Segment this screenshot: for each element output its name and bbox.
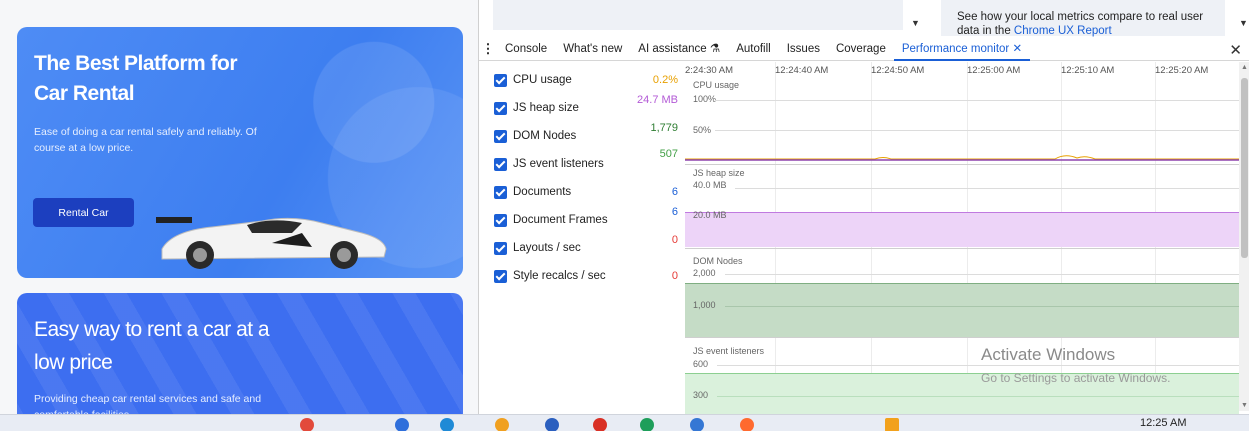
devtools-tabbar: ⋮ Console What's new AI assistance ⚗ Aut… [479,37,1249,61]
hero-description: Ease of doing a car rental safely and re… [34,126,257,154]
cpu-pane-label: CPU usage [693,80,740,90]
close-icon[interactable]: ✕ [1229,41,1242,59]
more-tabs-icon[interactable]: ⋮ [479,41,497,57]
metric-value: 6 [671,186,678,198]
app-icon[interactable] [740,418,754,431]
time-label: 2:24:30 AM [685,65,734,76]
dom-tick-1000: 1,000 [693,300,716,310]
checkbox-checked-icon[interactable] [494,101,507,115]
heap-tick-20mb: 20.0 MB [693,210,727,220]
hero-title: The Best Platform for Car Rental [34,52,238,105]
rental-car-button[interactable]: Rental Car [33,198,134,227]
metric-value: 0 [671,270,678,282]
checkbox-checked-icon[interactable] [494,241,507,255]
metric-value: 24.7 MB [637,94,678,106]
tab-ai-assistance[interactable]: AI assistance ⚗ [630,37,728,61]
app-icon[interactable] [640,418,654,431]
dom-tick-2000: 2,000 [693,268,716,278]
scrollbar-thumb[interactable] [1241,78,1248,258]
time-label: 12:24:50 AM [871,65,925,76]
cpu-gridline [715,130,1239,131]
listeners-pane-label: JS event listeners [693,346,765,356]
chevron-down-icon[interactable]: ▼ [1239,18,1248,28]
cpu-tick-100: 100% [693,94,717,104]
app-icon[interactable] [300,418,314,431]
app-icon[interactable] [440,418,454,431]
metric-cpu-usage[interactable]: CPU usage 0.2% [494,70,684,90]
cpu-tick-50: 50% [693,125,712,135]
activate-windows-title: Activate Windows [981,345,1116,364]
dom-nodes-area [685,283,1239,337]
crux-info-text: See how your local metrics compare to re… [957,11,1204,37]
metrics-card [493,0,903,30]
app-icon[interactable] [395,418,409,431]
close-tab-icon[interactable]: ✕ [1012,43,1022,55]
metric-documents[interactable]: Documents 6 [494,182,684,202]
tab-coverage[interactable]: Coverage [828,37,894,61]
metric-document-frames[interactable]: Document Frames 6 [494,206,684,230]
checkbox-checked-icon[interactable] [494,269,507,283]
dom-gridline [725,274,1239,275]
time-label: 12:25:20 AM [1155,65,1209,76]
checkbox-checked-icon[interactable] [494,213,507,227]
metric-js-heap-size[interactable]: JS heap size 24.7 MB [494,94,684,118]
dom-gridline [725,306,1239,307]
tab-console[interactable]: Console [497,37,555,61]
app-icon[interactable] [495,418,509,431]
metric-value: 0.2% [652,74,678,86]
hero-card: The Best Platform for Car Rental Ease of… [17,27,463,278]
dom-pane-label: DOM Nodes [693,256,743,266]
checkbox-checked-icon[interactable] [494,73,507,87]
time-label: 12:24:40 AM [775,65,829,76]
flask-icon: ⚗ [709,42,721,55]
metric-style-recalcs-per-sec[interactable]: Style recalcs / sec 0 [494,266,684,286]
cpu-gridline [715,100,1239,101]
tab-issues[interactable]: Issues [779,37,828,61]
graph-scrollbar[interactable]: ▲ ▼ [1239,62,1249,411]
sports-car-image [156,217,387,269]
listeners-tick-600: 600 [693,359,709,369]
tab-autofill[interactable]: Autofill [728,37,779,61]
devtools-top-strip: ▼ See how your local metrics compare to … [479,0,1249,37]
time-label: 12:25:00 AM [967,65,1021,76]
website-viewport: The Best Platform for Car Rental Ease of… [0,0,478,431]
scroll-up-icon[interactable]: ▲ [1241,64,1248,71]
metric-layouts-per-sec[interactable]: Layouts / sec 0 [494,234,684,258]
listeners-gridline [717,365,1239,366]
cpu-usage-line [685,155,1239,161]
metric-js-event-listeners[interactable]: JS event listeners 507 [494,148,684,174]
promo-card: Easy way to rent a car at a low price Pr… [17,293,463,431]
checkbox-checked-icon[interactable] [494,185,507,199]
tab-performance-monitor[interactable]: Performance monitor ✕ [893,37,1031,61]
time-label: 12:25:10 AM [1061,65,1115,76]
metric-dom-nodes[interactable]: DOM Nodes 1,779 [494,122,684,146]
taskbar-clock: 12:25 AM [1140,417,1187,429]
metrics-list: CPU usage 0.2% JS heap size 24.7 MB DOM No… [479,62,685,431]
checkbox-checked-icon[interactable] [494,157,507,171]
heap-gridline [735,188,1239,189]
activate-windows-subtitle: Go to Settings to activate Windows. [981,371,1171,385]
listeners-gridline [717,396,1239,397]
metric-value: 6 [671,206,678,218]
tab-whats-new[interactable]: What's new [555,37,630,61]
checkbox-checked-icon[interactable] [494,129,507,143]
chevron-down-icon[interactable]: ▼ [911,18,920,28]
metric-value: 1,779 [650,122,678,134]
heap-tick-40mb: 40.0 MB [693,180,727,190]
app-icon[interactable] [690,418,704,431]
app-icon[interactable] [885,418,899,431]
devtools-panel: ▼ See how your local metrics compare to … [478,0,1249,431]
app-icon[interactable] [593,418,607,431]
chrome-ux-report-link[interactable]: Chrome UX Report [1014,25,1112,37]
app-icon[interactable] [545,418,559,431]
promo-title: Easy way to rent a car at a low price [34,318,270,374]
scroll-down-icon[interactable]: ▼ [1241,402,1248,409]
windows-taskbar: 12:25 AM [0,414,1249,431]
metric-value: 0 [671,234,678,246]
js-heap-area [685,212,1239,247]
heap-pane-label: JS heap size [693,168,745,178]
metric-value: 507 [659,148,678,160]
listeners-tick-300: 300 [693,390,709,400]
